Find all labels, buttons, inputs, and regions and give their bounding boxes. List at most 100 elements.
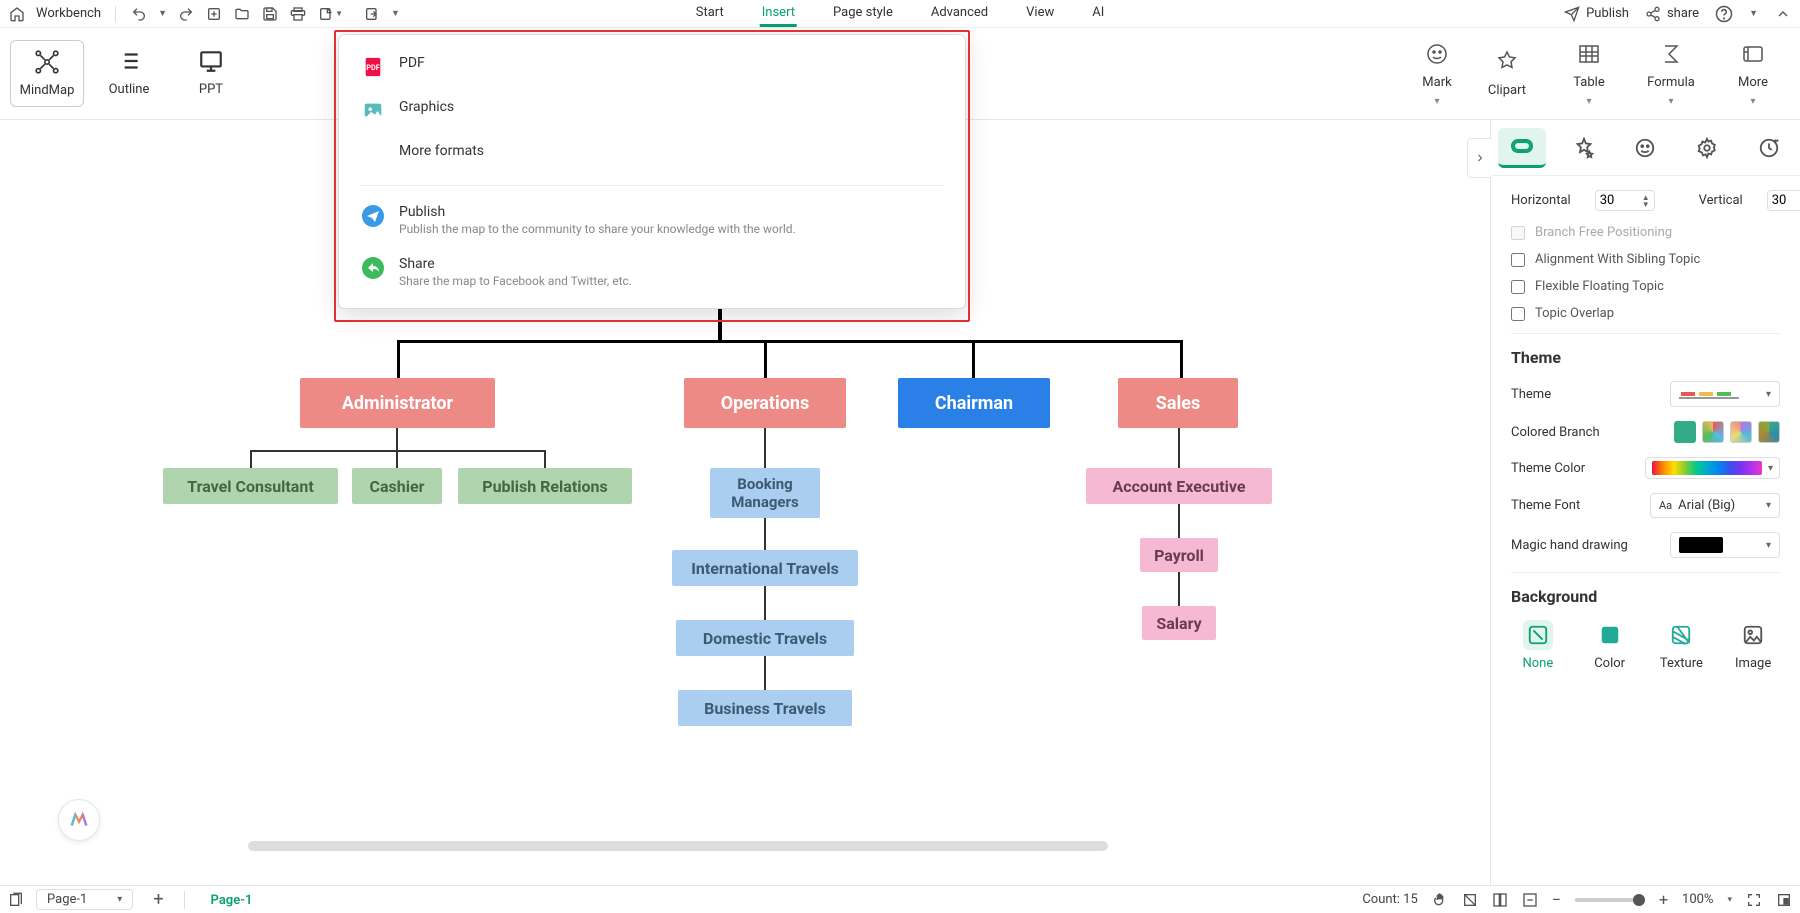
pages-icon[interactable] xyxy=(8,892,24,908)
menu-start[interactable]: Start xyxy=(694,1,726,27)
ribbon-mindmap[interactable]: MindMap xyxy=(10,40,84,107)
minimize-panel-icon[interactable] xyxy=(1776,892,1792,908)
page-select[interactable]: Page-1▾ xyxy=(36,889,133,910)
node-chairman[interactable]: Chairman xyxy=(898,378,1050,428)
main-menu: Start Insert Page style Advanced View AI xyxy=(694,1,1107,27)
node-domestic-travels[interactable]: Domestic Travels xyxy=(676,620,854,656)
chk-topic-overlap[interactable]: Topic Overlap xyxy=(1511,306,1780,321)
ribbon-table[interactable]: Table ▾ xyxy=(1552,33,1626,115)
node-business-travels[interactable]: Business Travels xyxy=(678,690,852,726)
zoom-in-icon[interactable]: + xyxy=(1659,890,1668,909)
zoom-out-icon[interactable]: − xyxy=(1552,890,1561,909)
chk-branch-free[interactable]: Branch Free Positioning xyxy=(1511,225,1780,240)
view-multi-icon[interactable] xyxy=(1492,892,1508,908)
node-salary[interactable]: Salary xyxy=(1142,606,1216,640)
fullscreen-icon[interactable] xyxy=(1746,892,1762,908)
undo-icon[interactable] xyxy=(130,5,148,23)
node-travel-consultant[interactable]: Travel Consultant xyxy=(163,468,338,504)
bg-texture[interactable]: Texture xyxy=(1655,620,1709,671)
pdf-icon: PDF xyxy=(361,55,385,79)
node-administrator[interactable]: Administrator xyxy=(300,378,495,428)
export-graphics[interactable]: Graphics xyxy=(339,89,965,133)
horizontal-input[interactable]: ▲▼ xyxy=(1595,190,1655,211)
magic-label: Magic hand drawing xyxy=(1511,538,1628,553)
panel-tab-style[interactable] xyxy=(1560,128,1608,168)
theme-font-label: Theme Font xyxy=(1511,498,1580,513)
publish-button[interactable]: Publish xyxy=(1564,6,1629,22)
panel-tab-history[interactable] xyxy=(1745,128,1793,168)
ribbon-clipart[interactable]: Clipart xyxy=(1470,33,1544,115)
menu-insert[interactable]: Insert xyxy=(760,1,797,27)
workbench-label[interactable]: Workbench xyxy=(36,6,101,21)
node-operations[interactable]: Operations xyxy=(684,378,846,428)
view-single-icon[interactable] xyxy=(1462,892,1478,908)
menu-advanced[interactable]: Advanced xyxy=(929,1,990,27)
ribbon-ppt-label: PPT xyxy=(199,82,223,97)
export-more-formats[interactable]: More formats xyxy=(339,133,965,177)
node-international-travels[interactable]: International Travels xyxy=(672,550,858,586)
ribbon-mark[interactable]: Mark ▾ xyxy=(1412,33,1462,115)
save-icon[interactable] xyxy=(261,5,279,23)
open-icon[interactable] xyxy=(233,5,251,23)
panel-collapse-button[interactable] xyxy=(1467,138,1491,178)
export-pdf-label: PDF xyxy=(399,55,425,71)
panel-tab-layout[interactable] xyxy=(1498,128,1546,168)
ribbon-ppt[interactable]: PPT xyxy=(174,40,248,105)
share-button[interactable]: share xyxy=(1645,6,1699,22)
status-bar: Page-1▾ + Page-1 Count: 15 − + 100% ▾ xyxy=(0,885,1800,913)
fit-icon[interactable] xyxy=(1522,892,1538,908)
branch-swatch-3[interactable] xyxy=(1730,421,1752,443)
page-tab-1[interactable]: Page-1 xyxy=(197,887,267,912)
ribbon-outline[interactable]: Outline xyxy=(92,40,166,105)
print-icon[interactable] xyxy=(289,5,307,23)
export-icon[interactable]: ▼ xyxy=(317,5,335,23)
bg-none[interactable]: None xyxy=(1511,620,1565,671)
export-publish[interactable]: Publish Publish the map to the community… xyxy=(339,194,965,246)
export-pdf[interactable]: PDF PDF xyxy=(339,45,965,89)
panel-tab-emoji[interactable] xyxy=(1621,128,1669,168)
magic-select[interactable]: ▾ xyxy=(1670,532,1780,558)
import-icon[interactable] xyxy=(363,5,381,23)
home-icon[interactable] xyxy=(8,5,26,23)
right-panel: Horizontal ▲▼ Vertical ▲▼ Branch Free Po… xyxy=(1490,120,1800,885)
export-publish-title: Publish xyxy=(399,204,796,220)
hand-tool-icon[interactable] xyxy=(1432,892,1448,908)
ribbon-formula[interactable]: Formula ▾ xyxy=(1634,33,1708,115)
add-page-button[interactable]: + xyxy=(145,889,171,910)
topbar-left: Workbench ▼ ▼ ▼ xyxy=(8,5,400,23)
collapse-icon[interactable] xyxy=(1774,5,1792,23)
node-publish-relations[interactable]: Publish Relations xyxy=(458,468,632,504)
share-icon xyxy=(361,256,385,280)
theme-select[interactable]: ▾ xyxy=(1670,381,1780,407)
menu-ai[interactable]: AI xyxy=(1090,1,1106,27)
redo-icon[interactable] xyxy=(177,5,195,23)
bg-image[interactable]: Image xyxy=(1726,620,1780,671)
export-dropdown: PDF PDF Graphics More formats Publish Pu… xyxy=(338,34,966,309)
help-icon[interactable] xyxy=(1715,5,1733,23)
branch-swatch-1[interactable] xyxy=(1674,421,1696,443)
node-sales[interactable]: Sales xyxy=(1118,378,1238,428)
vertical-label: Vertical xyxy=(1699,193,1743,208)
branch-swatch-2[interactable] xyxy=(1702,421,1724,443)
branch-swatch-4[interactable] xyxy=(1758,421,1780,443)
chk-flex-float[interactable]: Flexible Floating Topic xyxy=(1511,279,1780,294)
export-share[interactable]: Share Share the map to Facebook and Twit… xyxy=(339,246,965,298)
svg-text:PDF: PDF xyxy=(366,63,380,72)
node-cashier[interactable]: Cashier xyxy=(352,468,442,504)
node-booking-managers[interactable]: Booking Managers xyxy=(710,468,820,518)
ribbon-more[interactable]: More ▾ xyxy=(1716,33,1790,115)
new-icon[interactable] xyxy=(205,5,223,23)
theme-color-select[interactable]: ▾ xyxy=(1645,457,1780,479)
horizontal-scrollbar[interactable] xyxy=(248,841,1108,851)
menu-page-style[interactable]: Page style xyxy=(831,1,895,27)
floating-logo[interactable] xyxy=(58,799,100,841)
node-payroll[interactable]: Payroll xyxy=(1140,538,1218,572)
zoom-slider[interactable] xyxy=(1575,898,1645,902)
menu-view[interactable]: View xyxy=(1024,1,1056,27)
vertical-input[interactable]: ▲▼ xyxy=(1767,190,1800,211)
chk-align-sibling[interactable]: Alignment With Sibling Topic xyxy=(1511,252,1780,267)
theme-font-select[interactable]: AaArial (Big)▾ xyxy=(1650,493,1780,518)
node-account-executive[interactable]: Account Executive xyxy=(1086,468,1272,504)
bg-color[interactable]: Color xyxy=(1583,620,1637,671)
panel-tab-settings[interactable] xyxy=(1683,128,1731,168)
